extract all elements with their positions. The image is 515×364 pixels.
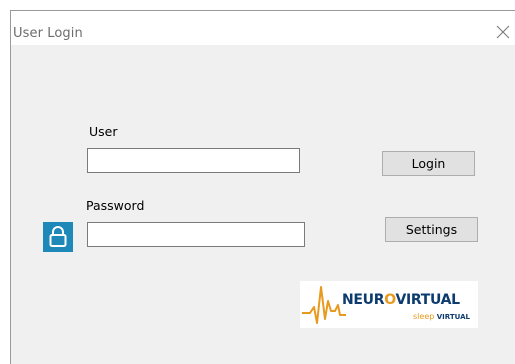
password-label: Password — [86, 198, 145, 213]
logo-wordmark: NEUROVIRTUAL — [342, 292, 460, 308]
user-label: User — [89, 124, 118, 139]
close-icon[interactable] — [493, 22, 513, 42]
password-input[interactable] — [87, 222, 305, 247]
settings-button[interactable]: Settings — [385, 217, 478, 242]
waveform-logo-mark — [302, 286, 346, 324]
neurovirtual-logo: NEUROVIRTUAL sleep VIRTUAL — [300, 281, 478, 328]
user-input[interactable] — [87, 148, 300, 173]
lock-icon — [43, 222, 73, 252]
login-button[interactable]: Login — [382, 151, 475, 176]
logo-tagline: sleep VIRTUAL — [413, 312, 470, 321]
window-title: User Login — [13, 26, 83, 41]
login-window: User Login User Login Password Settings … — [10, 10, 515, 364]
title-bar[interactable]: User Login — [11, 11, 515, 45]
